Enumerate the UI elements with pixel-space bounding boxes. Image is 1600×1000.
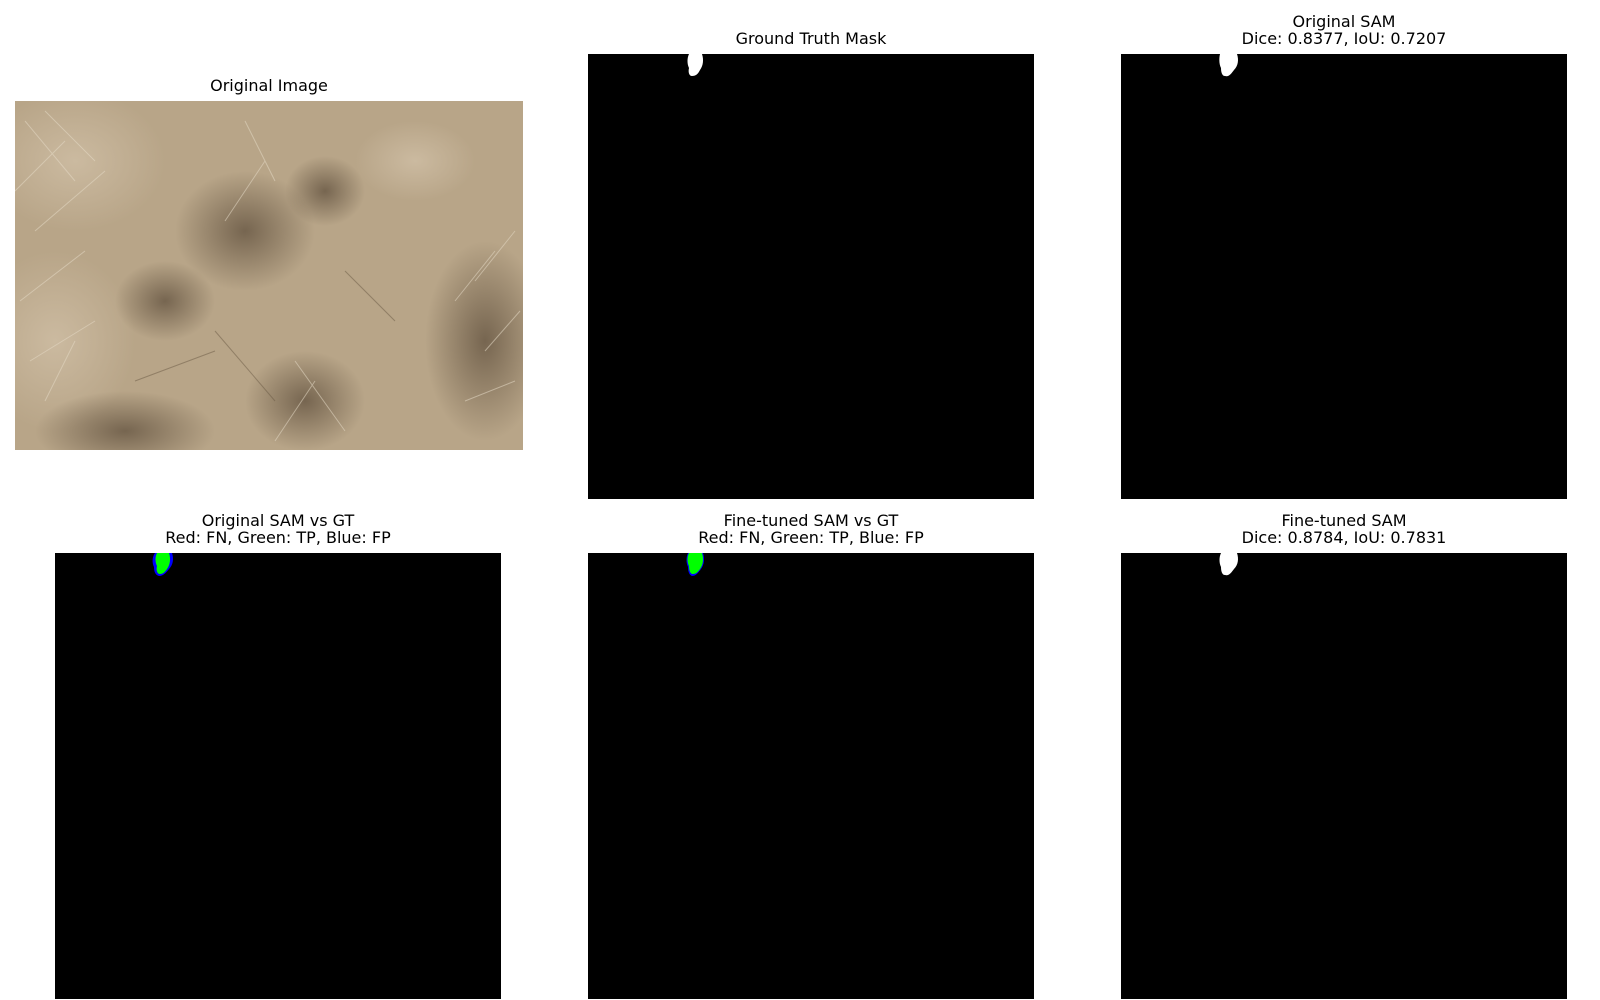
panel-title-line: Original SAM	[1292, 12, 1396, 31]
panel-title-line: Original SAM vs GT	[201, 511, 355, 530]
panel-title-metrics: Dice: 0.8377, IoU: 0.7207	[1241, 29, 1447, 48]
panel-title-line: Ground Truth Mask	[735, 29, 887, 48]
original-image	[15, 101, 523, 450]
mask-blob-graphic	[687, 54, 704, 76]
original-sam-vs-gt-overlay	[55, 553, 501, 999]
aerial-photo-graphic	[15, 101, 523, 450]
fine-tuned-sam-mask	[1121, 553, 1567, 999]
mask-blob-graphic	[1219, 54, 1238, 77]
panel-title-fine-tuned-sam-vs-gt: Fine-tuned SAM vs GT Red: FN, Green: TP,…	[588, 512, 1034, 546]
panel-title-ground-truth-mask: Ground Truth Mask	[588, 30, 1034, 47]
overlay-blob-graphic	[686, 553, 705, 576]
mask-blob-graphic	[1219, 553, 1238, 576]
ground-truth-mask	[588, 54, 1034, 499]
overlay-blob-graphic	[152, 553, 173, 576]
panel-title-line: Fine-tuned SAM	[1281, 511, 1407, 530]
original-sam-mask	[1121, 54, 1567, 499]
panel-title-fine-tuned-sam: Fine-tuned SAM Dice: 0.8784, IoU: 0.7831	[1121, 512, 1567, 546]
panel-title-original-image: Original Image	[15, 77, 523, 94]
panel-title-line: Original Image	[210, 76, 328, 95]
panel-title-line: Fine-tuned SAM vs GT	[723, 511, 899, 530]
panel-title-legend: Red: FN, Green: TP, Blue: FP	[698, 528, 924, 547]
fine-tuned-sam-vs-gt-overlay	[588, 553, 1034, 999]
panel-title-original-sam-vs-gt: Original SAM vs GT Red: FN, Green: TP, B…	[55, 512, 501, 546]
panel-title-original-sam: Original SAM Dice: 0.8377, IoU: 0.7207	[1121, 13, 1567, 47]
panel-title-legend: Red: FN, Green: TP, Blue: FP	[165, 528, 391, 547]
panel-title-metrics: Dice: 0.8784, IoU: 0.7831	[1241, 528, 1447, 547]
